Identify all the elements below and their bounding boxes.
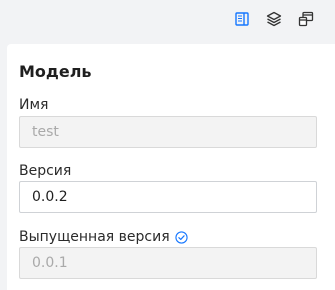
layers-icon: [266, 11, 282, 27]
panel-title: Модель: [19, 62, 92, 81]
panel-toggle-icon: [235, 12, 249, 26]
toolbar: [0, 0, 335, 38]
layers-button[interactable]: [264, 9, 284, 29]
name-input[interactable]: [19, 116, 317, 148]
windows-button[interactable]: [296, 9, 316, 29]
version-input[interactable]: [19, 181, 317, 213]
name-label: Имя: [19, 97, 49, 113]
model-panel: Модель Имя Версия Выпущенная версия: [7, 44, 335, 290]
released-version-input[interactable]: [19, 247, 317, 279]
released-version-label: Выпущенная версия: [19, 229, 170, 245]
released-version-label-row: Выпущенная версия: [19, 229, 188, 245]
panel-toggle-button[interactable]: [232, 9, 252, 29]
windows-icon: [298, 11, 314, 27]
version-label: Версия: [19, 163, 72, 179]
check-circle-icon: [174, 230, 188, 244]
